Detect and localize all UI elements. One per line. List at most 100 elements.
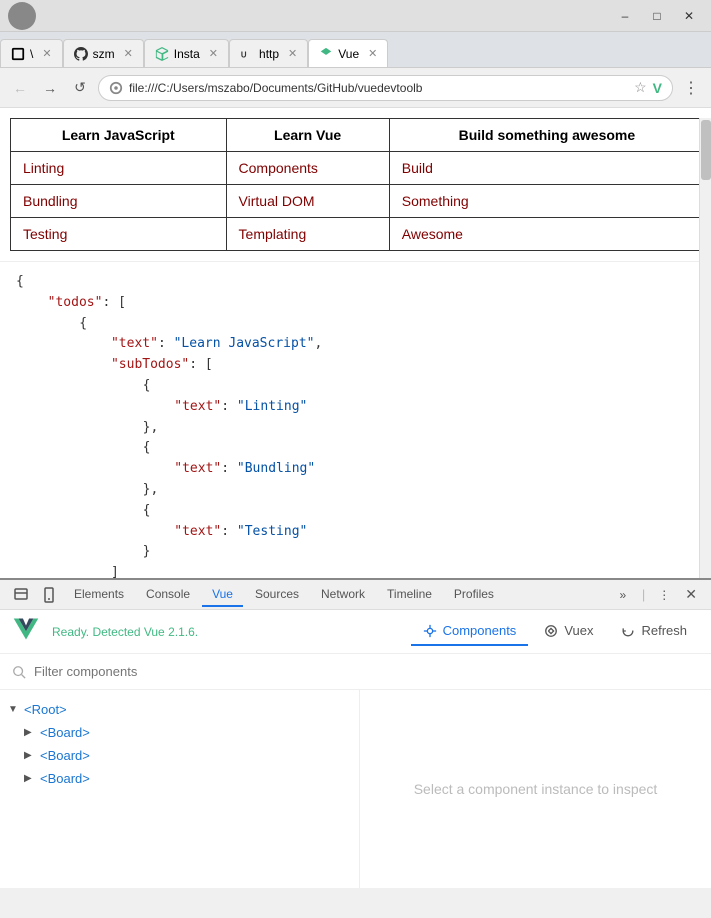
component-area: ▼ <Root> ▶ <Board> ▶ <Board> ▶ <Board> (0, 690, 711, 888)
tab-github-close[interactable]: ✕ (124, 47, 133, 60)
vue-logo (12, 615, 40, 649)
lock-icon (109, 81, 123, 95)
link-components[interactable]: Components (239, 160, 318, 176)
devtools-tab-vue[interactable]: Vue (202, 583, 243, 607)
link-virtualdom[interactable]: Virtual DOM (239, 193, 315, 209)
json-line: "text": "Testing" (16, 522, 695, 543)
tab-http-label: http (259, 47, 279, 61)
tree-label-root: <Root> (24, 702, 67, 717)
browser-tab-bar: \ ✕ szm ✕ Insta ✕ U http ✕ Vue ✕ (0, 32, 711, 68)
close-button[interactable]: ✕ (675, 5, 703, 27)
address-bar: ← → ↺ file:///C:/Users/mszabo/Documents/… (0, 68, 711, 108)
tab-http-close[interactable]: ✕ (288, 47, 297, 60)
json-line: { (16, 314, 695, 335)
scrollbar-thumb[interactable] (701, 120, 711, 180)
main-scrollbar[interactable] (699, 118, 711, 578)
devtools-tab-elements[interactable]: Elements (64, 583, 134, 607)
tree-arrow-board-2: ▶ (24, 750, 40, 761)
devtools-tab-timeline[interactable]: Timeline (377, 583, 442, 607)
vue-tab-refresh[interactable]: Refresh (609, 617, 699, 646)
vue-devtools-tabs: Components Vuex Refresh (411, 617, 699, 646)
vue-status-text: Ready. Detected Vue 2.1.6. (52, 625, 198, 639)
vuex-icon (544, 624, 558, 638)
json-code-area: { "todos": [ { "text": "Learn JavaScript… (0, 261, 711, 578)
tab-insta[interactable]: Insta ✕ (144, 39, 229, 67)
link-awesome[interactable]: Awesome (402, 226, 463, 242)
tree-item-board-3[interactable]: ▶ <Board> (0, 767, 359, 790)
vue-devtools-header: Ready. Detected Vue 2.1.6. Components (0, 610, 711, 654)
tab-insta-label: Insta (174, 47, 200, 61)
json-line: { (16, 438, 695, 459)
link-templating[interactable]: Templating (239, 226, 307, 242)
tree-arrow-board-1: ▶ (24, 727, 40, 738)
json-line: "text": "Bundling" (16, 459, 695, 480)
link-something[interactable]: Something (402, 193, 469, 209)
user-avatar (8, 2, 36, 30)
tree-item-board-2[interactable]: ▶ <Board> (0, 744, 359, 767)
devtools-tab-network[interactable]: Network (311, 583, 375, 607)
devtools-close-button[interactable]: ✕ (679, 584, 703, 605)
link-bundling[interactable]: Bundling (23, 193, 78, 209)
title-bar: – □ ✕ (0, 0, 711, 32)
tab-github[interactable]: szm ✕ (63, 39, 144, 67)
filter-components-input[interactable] (34, 664, 699, 679)
col-header-vue: Learn Vue (226, 119, 389, 152)
json-line: } (16, 542, 695, 563)
inspect-message: Select a component instance to inspect (414, 781, 658, 797)
devtools-separator: | (642, 587, 645, 602)
devtools-tab-console[interactable]: Console (136, 583, 200, 607)
json-line: "todos": [ (16, 293, 695, 314)
json-line: }, (16, 418, 695, 439)
tree-item-root[interactable]: ▼ <Root> (0, 698, 359, 721)
devtools-tab-profiles[interactable]: Profiles (444, 583, 504, 607)
tab-insta-close[interactable]: ✕ (209, 47, 218, 60)
link-testing[interactable]: Testing (23, 226, 67, 242)
tree-arrow-board-3: ▶ (24, 773, 40, 784)
devtools-menu-button[interactable]: ⋮ (651, 584, 677, 606)
address-input-container[interactable]: file:///C:/Users/mszabo/Documents/GitHub… (98, 75, 673, 101)
devtools-more-button[interactable]: » (610, 584, 636, 606)
devtools-tab-sources[interactable]: Sources (245, 583, 309, 607)
back-button[interactable]: ← (8, 76, 32, 100)
maximize-button[interactable]: □ (643, 5, 671, 27)
component-tree: ▼ <Root> ▶ <Board> ▶ <Board> ▶ <Board> (0, 690, 360, 888)
refresh-icon (621, 624, 635, 638)
link-build[interactable]: Build (402, 160, 433, 176)
vue-tab-components[interactable]: Components (411, 617, 529, 646)
vue-tab-refresh-label: Refresh (641, 623, 687, 638)
vue-extension-icon[interactable]: V (653, 80, 662, 96)
tab-vue-label: Vue (338, 47, 359, 61)
tab-new-close[interactable]: ✕ (42, 47, 51, 60)
tree-label-board-2: <Board> (40, 748, 90, 763)
link-linting[interactable]: Linting (23, 160, 64, 176)
tab-github-label: szm (93, 47, 115, 61)
tab-vue-close[interactable]: ✕ (368, 47, 377, 60)
main-content: Learn JavaScript Learn Vue Build somethi… (0, 108, 711, 578)
json-line: "subTodos": [ (16, 355, 695, 376)
tree-label-board-3: <Board> (40, 771, 90, 786)
devtools-panel: Elements Console Vue Sources Network Tim… (0, 578, 711, 888)
json-line: { (16, 501, 695, 522)
table-row: Linting Components Build (11, 152, 705, 185)
vue-devtools: Ready. Detected Vue 2.1.6. Components (0, 610, 711, 888)
tab-http[interactable]: U http ✕ (229, 39, 308, 67)
devtools-device-button[interactable] (36, 584, 62, 606)
forward-button[interactable]: → (38, 76, 62, 100)
col-header-js: Learn JavaScript (11, 119, 227, 152)
vue-tab-vuex[interactable]: Vuex (532, 617, 605, 646)
devtools-toolbar: Elements Console Vue Sources Network Tim… (0, 580, 711, 610)
vue-tab-vuex-label: Vuex (564, 623, 593, 638)
json-line: ] (16, 563, 695, 578)
json-line: { (16, 376, 695, 397)
browser-menu-button[interactable]: ⋮ (679, 76, 703, 100)
tab-new-label: \ (30, 47, 33, 61)
tab-new[interactable]: \ ✕ (0, 39, 63, 67)
devtools-inspect-button[interactable] (8, 584, 34, 606)
tree-item-board-1[interactable]: ▶ <Board> (0, 721, 359, 744)
bookmark-icon[interactable]: ☆ (634, 79, 647, 96)
refresh-button[interactable]: ↺ (68, 76, 92, 100)
tab-vue[interactable]: Vue ✕ (308, 39, 388, 67)
json-line: "text": "Learn JavaScript", (16, 334, 695, 355)
minimize-button[interactable]: – (611, 5, 639, 27)
url-text: file:///C:/Users/mszabo/Documents/GitHub… (129, 81, 628, 95)
